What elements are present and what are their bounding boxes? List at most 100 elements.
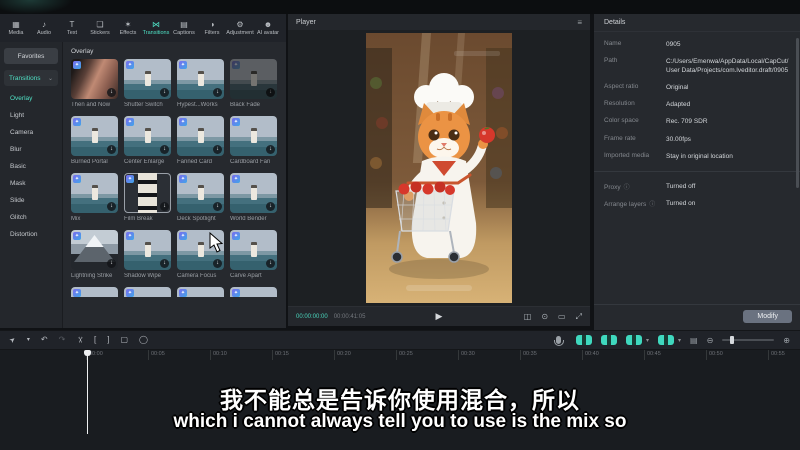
transition-name: Camera Focus xyxy=(177,273,224,279)
transition-item[interactable]: ✦ ↓ xyxy=(71,287,118,297)
transition-item[interactable]: ✦ ↓ Hypest...Works xyxy=(177,59,224,116)
transitions-dropdown[interactable]: Transitions ⌄ xyxy=(4,70,58,86)
transition-item[interactable]: ✦ ↓ Film Break xyxy=(124,173,171,230)
toolbar-item[interactable]: ⋈ Transitions xyxy=(142,20,170,36)
details-panel: Details Name 0905 Path C:/Users/Emenwa/A… xyxy=(594,14,800,330)
subtitle-chinese: 我不能总是告诉你使用混合，所以 xyxy=(0,381,800,415)
transition-item[interactable]: ✦ ↓ Shadow Wipe xyxy=(124,230,171,287)
download-icon: ↓ xyxy=(160,88,169,97)
transition-item[interactable]: ✦ ↓ Carve Apart xyxy=(230,230,277,287)
video-preview[interactable] xyxy=(366,33,512,303)
toolbar-item-icon: ▦ xyxy=(12,20,20,29)
transition-item[interactable]: ✦ ↓ Center Enlarge xyxy=(124,116,171,173)
player-menu-icon[interactable]: ≡ xyxy=(577,18,582,27)
timeline-tool-icon[interactable]: ↶ xyxy=(41,336,48,344)
player-control-icon[interactable]: ▭ xyxy=(558,312,566,322)
timeline-tool-icon[interactable]: ➤ xyxy=(8,335,17,344)
transition-name: Fanned Card xyxy=(177,159,224,165)
transition-item[interactable]: ✦ ↓ xyxy=(177,287,224,297)
timeline-tool-icon[interactable]: [ xyxy=(94,336,96,344)
timeline-tool-icon[interactable]: ◯ xyxy=(139,336,148,344)
transition-thumbnail: ✦ ↓ xyxy=(124,116,171,156)
details-label: Aspect ratio xyxy=(604,83,666,92)
slider-handle[interactable] xyxy=(730,336,734,344)
details-rows-secondary: Proxyⓘ Turned off Arrange layersⓘ Turned… xyxy=(594,178,800,212)
sidebar-category[interactable]: Camera xyxy=(0,124,62,141)
sidebar-category[interactable]: Light xyxy=(0,107,62,124)
toolbar-item[interactable]: ▤ Captions xyxy=(170,20,198,36)
timeline-tool-icon[interactable]: ▢ xyxy=(120,336,128,344)
sidebar-category[interactable]: Blur xyxy=(0,141,62,158)
player-control-icon[interactable]: ⤢ xyxy=(576,312,582,322)
transition-item[interactable]: ✦ ↓ Then and Now xyxy=(71,59,118,116)
toolbar-item[interactable]: ✶ Effects xyxy=(114,20,142,36)
ruler-tick: 00:35 xyxy=(520,350,582,360)
info-icon[interactable]: ⓘ xyxy=(649,202,655,208)
mouse-cursor-icon xyxy=(209,232,224,253)
transition-item[interactable]: ✦ ↓ Mix xyxy=(71,173,118,230)
transition-item[interactable]: ✦ ↓ Black Fade xyxy=(230,59,277,116)
preview-toggle-icon[interactable] xyxy=(658,335,674,345)
timeline-ruler[interactable]: 00:0000:0500:1000:1500:2000:2500:3000:35… xyxy=(86,350,800,360)
sidebar-category[interactable]: Overlay xyxy=(0,90,62,107)
download-icon: ↓ xyxy=(160,202,169,211)
timeline-tool-icon[interactable]: ] xyxy=(107,336,109,344)
transition-thumbnail: ✦ ↓ xyxy=(124,59,171,99)
transition-thumbnail: ✦ ↓ xyxy=(71,173,118,213)
timeline-tools: ➤ ▾ ↶ ↷ ✂ [] ▢ ◯ xyxy=(0,336,148,344)
toolbar-item-icon: ⋈ xyxy=(152,20,160,29)
ruler-tick: 00:55 xyxy=(768,350,800,360)
toolbar-item-label: AI avatar xyxy=(257,30,279,36)
transition-item[interactable]: ✦ ↓ Cardboard Fan xyxy=(230,116,277,173)
cat-chef-video-frame xyxy=(366,33,512,303)
player-control-icon[interactable]: ◫ xyxy=(524,312,532,322)
timeline-right-controls: ▾ ▾ ▤ ⊖ ⊕ xyxy=(556,335,800,345)
transition-item[interactable]: ✦ ↓ Fanned Card xyxy=(177,116,224,173)
chevron-down-icon[interactable]: ▾ xyxy=(678,337,681,344)
timeline-view-icon[interactable]: ▤ xyxy=(690,336,698,345)
timeline-tool-icon[interactable]: ▾ xyxy=(27,337,30,343)
transition-name: Black Fade xyxy=(230,102,277,108)
sidebar-category[interactable]: Distortion xyxy=(0,226,62,243)
toolbar-item[interactable]: ☻ AI avatar xyxy=(254,20,282,36)
transition-item[interactable]: ✦ ↓ Lightning Strike xyxy=(71,230,118,287)
toolbar-item[interactable]: ♪ Audio xyxy=(30,20,58,36)
link-toggle-icon[interactable] xyxy=(626,335,642,345)
modify-button[interactable]: Modify xyxy=(743,310,792,323)
transition-item[interactable]: ✦ ↓ xyxy=(230,287,277,297)
microphone-icon[interactable] xyxy=(556,336,561,344)
zoom-out-icon[interactable]: ⊖ xyxy=(707,336,714,345)
toolbar-item[interactable]: ◑ Filters xyxy=(198,20,226,36)
sidebar-category[interactable]: Glitch xyxy=(0,209,62,226)
sidebar-category[interactable]: Slide xyxy=(0,192,62,209)
transition-item[interactable]: ✦ ↓ Deck Spotlight xyxy=(177,173,224,230)
vip-badge-icon: ✦ xyxy=(232,175,240,183)
transition-item[interactable]: ✦ ↓ Shutter Switch xyxy=(124,59,171,116)
toolbar-item[interactable]: ⚙ Adjustment xyxy=(226,20,254,36)
zoom-in-icon[interactable]: ⊕ xyxy=(783,336,790,345)
toolbar-item[interactable]: ❏ Stickers xyxy=(86,20,114,36)
sidebar-category[interactable]: Mask xyxy=(0,175,62,192)
sidebar-category[interactable]: Basic xyxy=(0,158,62,175)
info-icon[interactable]: ⓘ xyxy=(624,185,630,191)
timeline-tool-icon[interactable]: ✂ xyxy=(76,337,84,344)
auto-ripple-toggle-icon[interactable] xyxy=(601,335,617,345)
snapping-toggle-icon[interactable] xyxy=(576,335,592,345)
toolbar-item[interactable]: T Text xyxy=(58,20,86,36)
transition-item[interactable]: ✦ ↓ xyxy=(124,287,171,297)
timeline-zoom-slider[interactable] xyxy=(722,339,774,341)
scrollbar[interactable] xyxy=(796,38,799,188)
ruler-tick: 00:25 xyxy=(396,350,458,360)
transition-item[interactable]: ✦ ↓ Burned Portal xyxy=(71,116,118,173)
chevron-down-icon[interactable]: ▾ xyxy=(646,337,649,344)
timeline-toolbar: ➤ ▾ ↶ ↷ ✂ [] ▢ ◯ ▾ ▾ ▤ ⊖ ⊕ xyxy=(0,330,800,350)
toolbar-item[interactable]: ▦ Media xyxy=(2,20,30,36)
transition-thumbnail: ✦ ↓ xyxy=(71,116,118,156)
play-button[interactable]: ▶ xyxy=(436,311,443,322)
transition-item[interactable]: ✦ ↓ World Bender xyxy=(230,173,277,230)
details-row: Name 0905 xyxy=(594,36,800,53)
transition-thumbnail: ✦ ↓ xyxy=(230,116,277,156)
timeline-tool-icon[interactable]: ↷ xyxy=(59,336,66,344)
favorites-button[interactable]: Favorites xyxy=(4,48,58,64)
player-control-icon[interactable]: ⊙ xyxy=(541,312,548,322)
